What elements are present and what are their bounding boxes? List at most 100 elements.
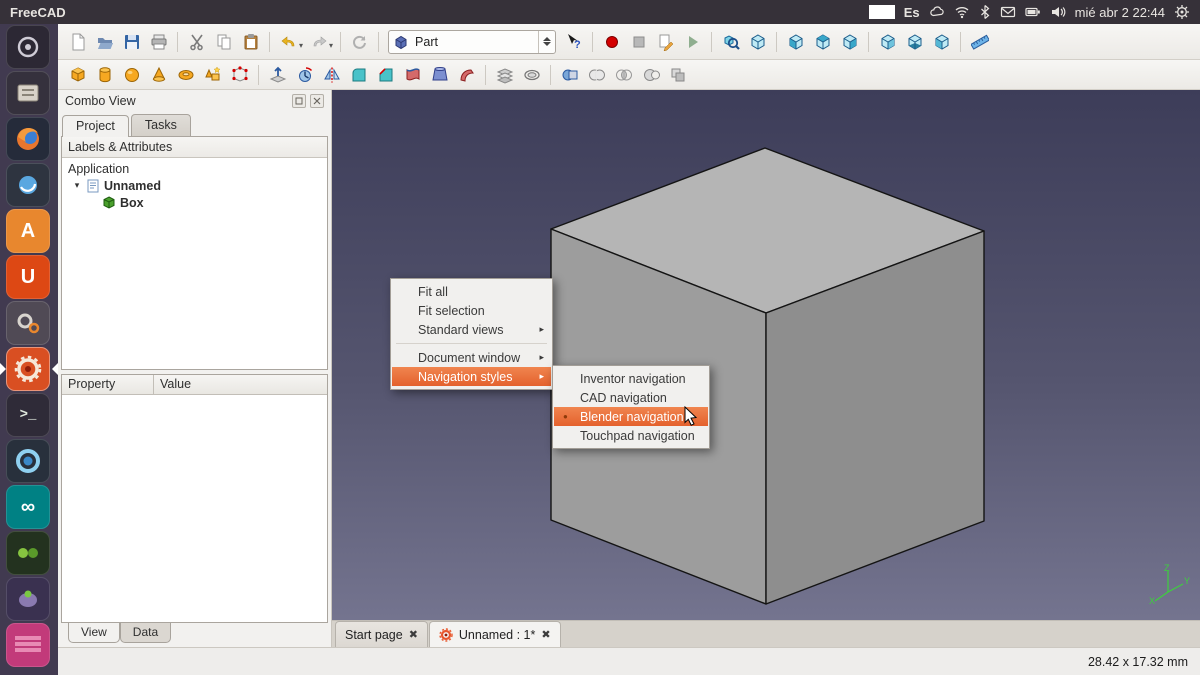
print-icon[interactable] — [145, 29, 172, 55]
combo-spinner-arrows[interactable] — [538, 31, 551, 53]
tree-item-application[interactable]: Application — [62, 160, 327, 177]
bluetooth-icon[interactable] — [979, 4, 991, 20]
sphere-icon[interactable] — [118, 62, 145, 88]
revolve-icon[interactable] — [291, 62, 318, 88]
torus-icon[interactable] — [172, 62, 199, 88]
create-primitives-icon[interactable] — [199, 62, 226, 88]
cross-sections-icon[interactable] — [491, 62, 518, 88]
undo-dropdown-arrow[interactable]: ▾ — [299, 41, 303, 50]
mail-icon[interactable] — [1000, 4, 1016, 20]
launcher-item-app-purple[interactable] — [0, 576, 58, 622]
extrude-icon[interactable] — [264, 62, 291, 88]
cone-icon[interactable] — [145, 62, 172, 88]
workbench-selector[interactable]: Part — [388, 30, 556, 54]
session-gear-icon[interactable] — [1174, 4, 1190, 20]
offset-icon[interactable] — [518, 62, 545, 88]
mirror-icon[interactable] — [318, 62, 345, 88]
union-icon[interactable] — [583, 62, 610, 88]
sweep-icon[interactable] — [453, 62, 480, 88]
volume-icon[interactable] — [1050, 4, 1066, 20]
launcher-item-ubuntu-software[interactable]: U — [0, 254, 58, 300]
menu-item-document-window[interactable]: Document window▸ — [392, 348, 551, 367]
launcher-item-file-manager[interactable] — [0, 70, 58, 116]
wifi-icon[interactable] — [954, 4, 970, 20]
toolbar-separator — [177, 32, 178, 52]
cut-boolean-icon[interactable] — [637, 62, 664, 88]
copy-icon[interactable] — [210, 29, 237, 55]
top-view-icon[interactable] — [809, 29, 836, 55]
shape-builder-icon[interactable] — [226, 62, 253, 88]
launcher-item-system-settings[interactable] — [0, 300, 58, 346]
menu-item-navigation-styles[interactable]: Navigation styles▸ — [392, 367, 551, 386]
undo-icon[interactable] — [275, 29, 302, 55]
loft-icon[interactable] — [426, 62, 453, 88]
launcher-item-app-pink[interactable] — [0, 622, 58, 668]
battery-icon[interactable] — [1025, 4, 1041, 20]
chamfer-icon[interactable] — [372, 62, 399, 88]
3d-viewport[interactable]: Fit all Fit selection Standard views▸ Do… — [332, 90, 1200, 620]
launcher-item-firefox[interactable] — [0, 116, 58, 162]
tree-item-box[interactable]: Box — [62, 194, 327, 211]
left-view-icon[interactable] — [928, 29, 955, 55]
ruled-surface-icon[interactable] — [399, 62, 426, 88]
launcher-item-chromium[interactable] — [0, 438, 58, 484]
front-view-icon[interactable] — [782, 29, 809, 55]
launcher-item-ubuntu-one[interactable] — [0, 162, 58, 208]
right-view-icon[interactable] — [836, 29, 863, 55]
property-table-body[interactable] — [62, 395, 327, 622]
macro-record-icon[interactable] — [598, 29, 625, 55]
launcher-item-dash-home[interactable] — [0, 24, 58, 70]
launcher-item-amazon[interactable]: A — [0, 208, 58, 254]
menu-item-inventor-navigation[interactable]: Inventor navigation — [554, 369, 708, 388]
cloud-icon[interactable] — [929, 4, 945, 20]
launcher-item-app-green[interactable] — [0, 530, 58, 576]
menu-item-fit-selection[interactable]: Fit selection — [392, 301, 551, 320]
clock[interactable]: mié abr 2 22:44 — [1075, 5, 1165, 20]
boolean-icon[interactable] — [556, 62, 583, 88]
whats-this-icon[interactable]: ? — [560, 29, 587, 55]
macro-edit-icon[interactable] — [652, 29, 679, 55]
tab-start-page[interactable]: Start page ✖ — [335, 621, 428, 647]
paste-icon[interactable] — [237, 29, 264, 55]
refresh-icon[interactable] — [346, 29, 373, 55]
macro-stop-icon[interactable] — [625, 29, 652, 55]
keyboard-layout-indicator[interactable]: Es — [904, 5, 920, 20]
axonometric-view-icon[interactable] — [744, 29, 771, 55]
tab-view[interactable]: View — [68, 623, 120, 643]
launcher-item-freecad[interactable] — [0, 346, 58, 392]
menu-item-touchpad-navigation[interactable]: Touchpad navigation — [554, 426, 708, 445]
menu-item-fit-all[interactable]: Fit all — [392, 282, 551, 301]
fillet-icon[interactable] — [345, 62, 372, 88]
property-column-header[interactable]: Property — [62, 375, 154, 395]
new-document-icon[interactable] — [64, 29, 91, 55]
tab-tasks[interactable]: Tasks — [131, 114, 191, 136]
bottom-view-icon[interactable] — [901, 29, 928, 55]
tab-unnamed-document[interactable]: Unnamed : 1* ✖ — [429, 621, 561, 647]
rear-view-icon[interactable] — [874, 29, 901, 55]
menu-item-standard-views[interactable]: Standard views▸ — [392, 320, 551, 339]
save-icon[interactable] — [118, 29, 145, 55]
cut-icon[interactable] — [183, 29, 210, 55]
launcher-item-terminal[interactable]: >_ — [0, 392, 58, 438]
tree-item-document[interactable]: ▾ Unnamed — [62, 177, 327, 194]
open-document-icon[interactable] — [91, 29, 118, 55]
cylinder-icon[interactable] — [91, 62, 118, 88]
macro-execute-icon[interactable] — [679, 29, 706, 55]
redo-dropdown-arrow[interactable]: ▾ — [329, 41, 333, 50]
close-panel-button[interactable] — [310, 94, 324, 108]
measure-icon[interactable] — [966, 29, 993, 55]
box-icon[interactable] — [64, 62, 91, 88]
close-tab-icon[interactable]: ✖ — [541, 628, 550, 641]
tab-project[interactable]: Project — [62, 115, 129, 137]
close-tab-icon[interactable]: ✖ — [409, 628, 418, 641]
compound-icon[interactable] — [664, 62, 691, 88]
float-panel-button[interactable] — [292, 94, 306, 108]
tab-data[interactable]: Data — [120, 623, 171, 643]
redo-icon[interactable] — [305, 29, 332, 55]
value-column-header[interactable]: Value — [154, 375, 327, 395]
expand-arrow-icon[interactable]: ▾ — [72, 180, 82, 191]
menu-item-cad-navigation[interactable]: CAD navigation — [554, 388, 708, 407]
fit-all-icon[interactable] — [717, 29, 744, 55]
common-icon[interactable] — [610, 62, 637, 88]
launcher-item-arduino[interactable]: ∞ — [0, 484, 58, 530]
